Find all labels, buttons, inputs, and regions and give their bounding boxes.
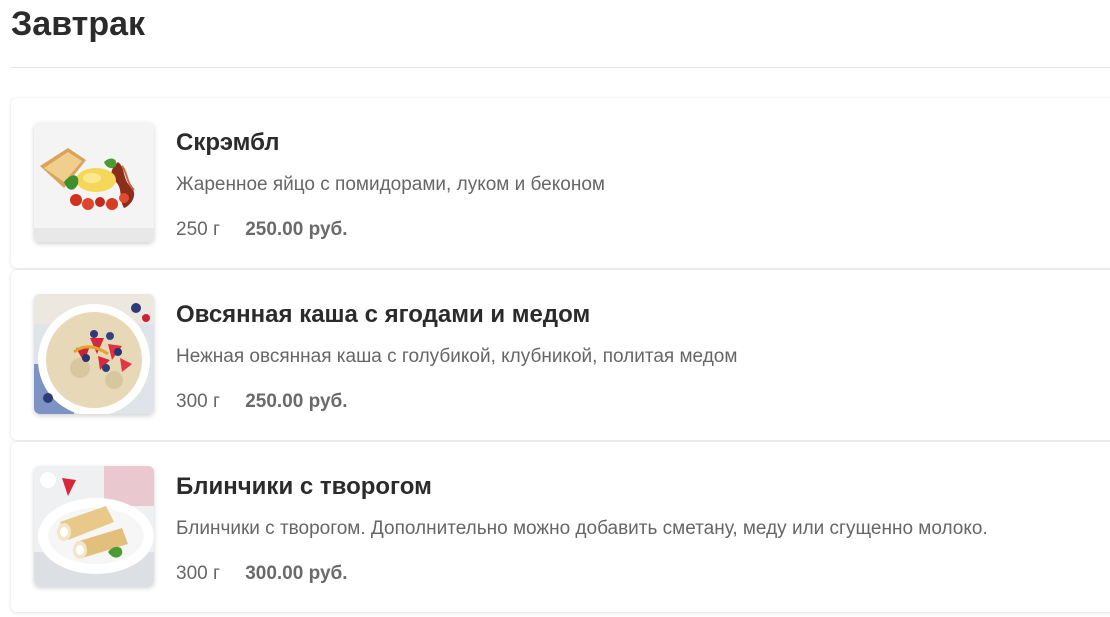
dish-meta: 300 г 250.00 руб. xyxy=(176,390,348,414)
dish-meta: 300 г 300.00 руб. xyxy=(176,562,348,586)
oatmeal-berries-photo[interactable] xyxy=(34,294,154,414)
dish-name[interactable]: Скрэмбл xyxy=(176,128,280,158)
dish-description: Жаренное яйцо с помидорами, луком и беко… xyxy=(176,174,605,195)
menu-item-card[interactable]: Скрэмбл Жаренное яйцо с помидорами, луко… xyxy=(11,98,1110,268)
section-divider xyxy=(11,67,1110,68)
menu-item-card[interactable]: Овсянная каша с ягодами и медом Нежная о… xyxy=(11,270,1110,440)
dish-price: 250.00 руб. xyxy=(245,219,348,240)
dish-name[interactable]: Блинчики с творогом xyxy=(176,472,432,502)
dish-description: Блинчики с творогом. Дополнительно можно… xyxy=(176,518,988,539)
dish-description: Нежная овсянная каша с голубикой, клубни… xyxy=(176,346,738,367)
dish-weight: 250 г xyxy=(176,219,220,240)
dish-meta: 250 г 250.00 руб. xyxy=(176,218,348,242)
dish-name[interactable]: Овсянная каша с ягодами и медом xyxy=(176,300,590,330)
dish-weight: 300 г xyxy=(176,563,220,584)
menu-list: Скрэмбл Жаренное яйцо с помидорами, луко… xyxy=(11,98,1110,614)
dish-price: 300.00 руб. xyxy=(245,563,348,584)
pancakes-cottage-cheese-photo[interactable] xyxy=(34,466,154,586)
dish-price: 250.00 руб. xyxy=(245,391,348,412)
scrambled-eggs-photo[interactable] xyxy=(34,122,154,242)
section-title: Завтрак xyxy=(11,5,146,43)
menu-item-card[interactable]: Блинчики с творогом Блинчики с творогом.… xyxy=(11,442,1110,612)
dish-weight: 300 г xyxy=(176,391,220,412)
